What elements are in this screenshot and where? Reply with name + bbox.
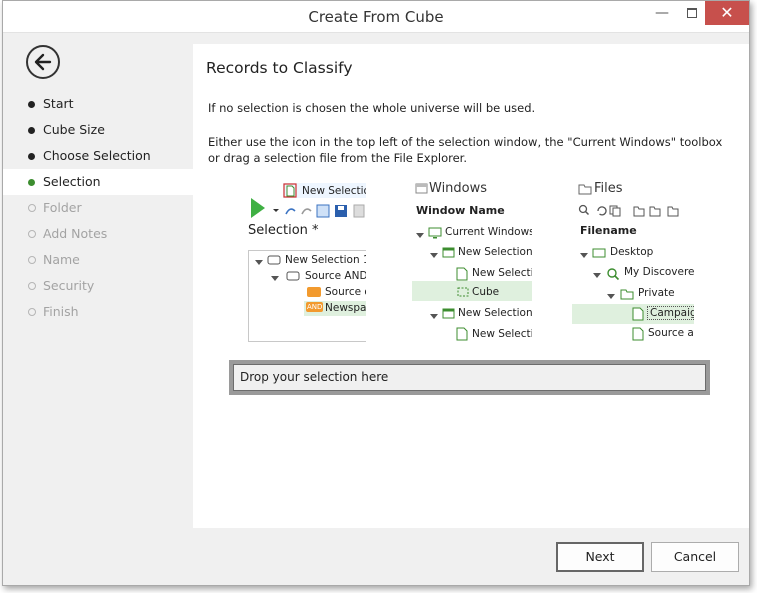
cube-icon <box>456 285 470 301</box>
tree-node-label: Campaign <box>647 306 694 320</box>
title-bar: Create From Cube — ✕ <box>3 1 749 33</box>
step-dot-icon <box>28 179 35 186</box>
files-title: Files <box>594 181 623 196</box>
next-button[interactable]: Next <box>556 542 644 572</box>
wizard-steps: Start Cube Size Choose Selection Selecti… <box>3 91 193 325</box>
step-selection[interactable]: Selection <box>3 169 193 195</box>
back-button[interactable] <box>26 45 60 79</box>
tree-node-label: Cube <box>472 286 500 298</box>
window-title: Create From Cube <box>308 8 444 26</box>
step-dot-icon <box>28 101 35 108</box>
step-label: Folder <box>43 200 82 215</box>
tree-node-label: My Discoverer F <box>624 266 694 278</box>
toolbar-item-label: New Selection <box>302 185 366 197</box>
selection-window-illustration: New Selection Selection * New Selection … <box>246 180 366 342</box>
and-badge: AND <box>306 302 324 312</box>
selection-header: Selection * <box>248 223 319 238</box>
selection-file-icon <box>632 327 644 342</box>
desktop-icon <box>592 247 606 262</box>
instruction-text-2: Either use the icon in the top left of t… <box>208 135 723 165</box>
tree-node-label: New Selection 2 <box>458 307 532 319</box>
windows-title: Windows <box>429 181 488 196</box>
page-title: Records to Classify <box>206 59 353 77</box>
step-dot-icon <box>28 127 35 134</box>
selection-file-icon <box>632 307 644 324</box>
toolbar-icons <box>284 204 366 221</box>
source-node-icon <box>307 287 321 300</box>
tree-node-label: Desktop <box>610 246 654 258</box>
tree-expander-icon <box>271 272 279 284</box>
minimize-button[interactable]: — <box>647 1 677 25</box>
tree-node-label: New Selectio <box>472 328 532 340</box>
and-node-icon <box>286 271 300 284</box>
tree-expander-icon <box>255 256 263 268</box>
step-start[interactable]: Start <box>3 91 193 117</box>
step-dot-icon <box>28 230 36 238</box>
tree-node-label: Source of <box>325 286 366 298</box>
run-icon <box>249 197 279 222</box>
step-name: Name <box>3 247 193 273</box>
monitor-icon <box>428 227 442 242</box>
window-icon <box>442 247 455 262</box>
filename-header: Filename <box>580 224 637 237</box>
dialog-window: Create From Cube — ✕ Start Cube Size Cho… <box>2 0 750 586</box>
discoverer-icon <box>606 267 620 284</box>
tree-expander-icon <box>430 310 438 322</box>
step-cube-size[interactable]: Cube Size <box>3 117 193 143</box>
step-finish: Finish <box>3 299 193 325</box>
drop-zone[interactable]: Drop your selection here <box>229 360 710 395</box>
content-panel: Records to Classify If no selection is c… <box>193 44 749 528</box>
files-toolbar-icons <box>578 204 694 221</box>
new-selection-toolbar-icon <box>283 183 297 201</box>
files-explorer-illustration: Files Filename Desktop My Discoverer F P… <box>572 180 694 342</box>
step-choose-selection[interactable]: Choose Selection <box>3 143 193 169</box>
tree-expander-icon <box>607 290 615 302</box>
step-label: Finish <box>43 304 79 319</box>
tree-node-label: New Selectio <box>472 267 532 279</box>
wizard-footer: Next Cancel <box>3 529 749 585</box>
window-icon <box>442 308 455 323</box>
step-security: Security <box>3 273 193 299</box>
step-label: Start <box>43 96 74 111</box>
step-label: Name <box>43 252 80 267</box>
tree-expander-icon <box>593 269 601 281</box>
tree-expander-icon <box>430 249 438 261</box>
tree-expander-icon <box>580 249 588 261</box>
step-label: Security <box>43 278 95 293</box>
step-folder: Folder <box>3 195 193 221</box>
maximize-icon <box>687 8 697 18</box>
drop-zone-text: Drop your selection here <box>233 364 706 391</box>
step-label: Choose Selection <box>43 148 151 163</box>
instruction-text-1: If no selection is chosen the whole univ… <box>208 101 536 115</box>
step-dot-icon <box>28 282 36 290</box>
step-dot-icon <box>28 256 36 264</box>
step-label: Cube Size <box>43 122 105 137</box>
tree-node-label: Private <box>638 287 675 299</box>
folder-icon <box>620 288 634 303</box>
windows-toolbox-illustration: Windows Window Name Current Windows New … <box>412 180 532 342</box>
selection-node-icon <box>267 255 281 268</box>
step-add-notes: Add Notes <box>3 221 193 247</box>
window-name-header: Window Name <box>416 204 505 217</box>
maximize-button[interactable] <box>677 1 707 25</box>
tree-expander-icon <box>416 229 424 241</box>
tree-node-label: Current Windows <box>445 226 532 238</box>
selection-file-icon <box>456 327 468 342</box>
step-dot-icon <box>28 153 35 160</box>
folder-icon <box>578 183 592 198</box>
cancel-button[interactable]: Cancel <box>651 542 739 572</box>
step-label: Add Notes <box>43 226 108 241</box>
windows-icon <box>415 183 428 198</box>
tree-node-label: Source ag <box>648 327 694 339</box>
tree-node-label: Source AND N <box>305 270 366 282</box>
step-dot-icon <box>28 204 36 212</box>
tree-node-label: Newspap <box>325 302 366 314</box>
wizard-sidebar: Start Cube Size Choose Selection Selecti… <box>3 34 193 528</box>
back-arrow-icon <box>34 53 52 71</box>
tree-node-label: New Selection 1 <box>285 254 366 266</box>
step-dot-icon <box>28 308 36 316</box>
step-label: Selection <box>43 174 101 189</box>
tree-node-label: New Selection 1 <box>458 246 532 258</box>
close-button[interactable]: ✕ <box>705 1 749 25</box>
